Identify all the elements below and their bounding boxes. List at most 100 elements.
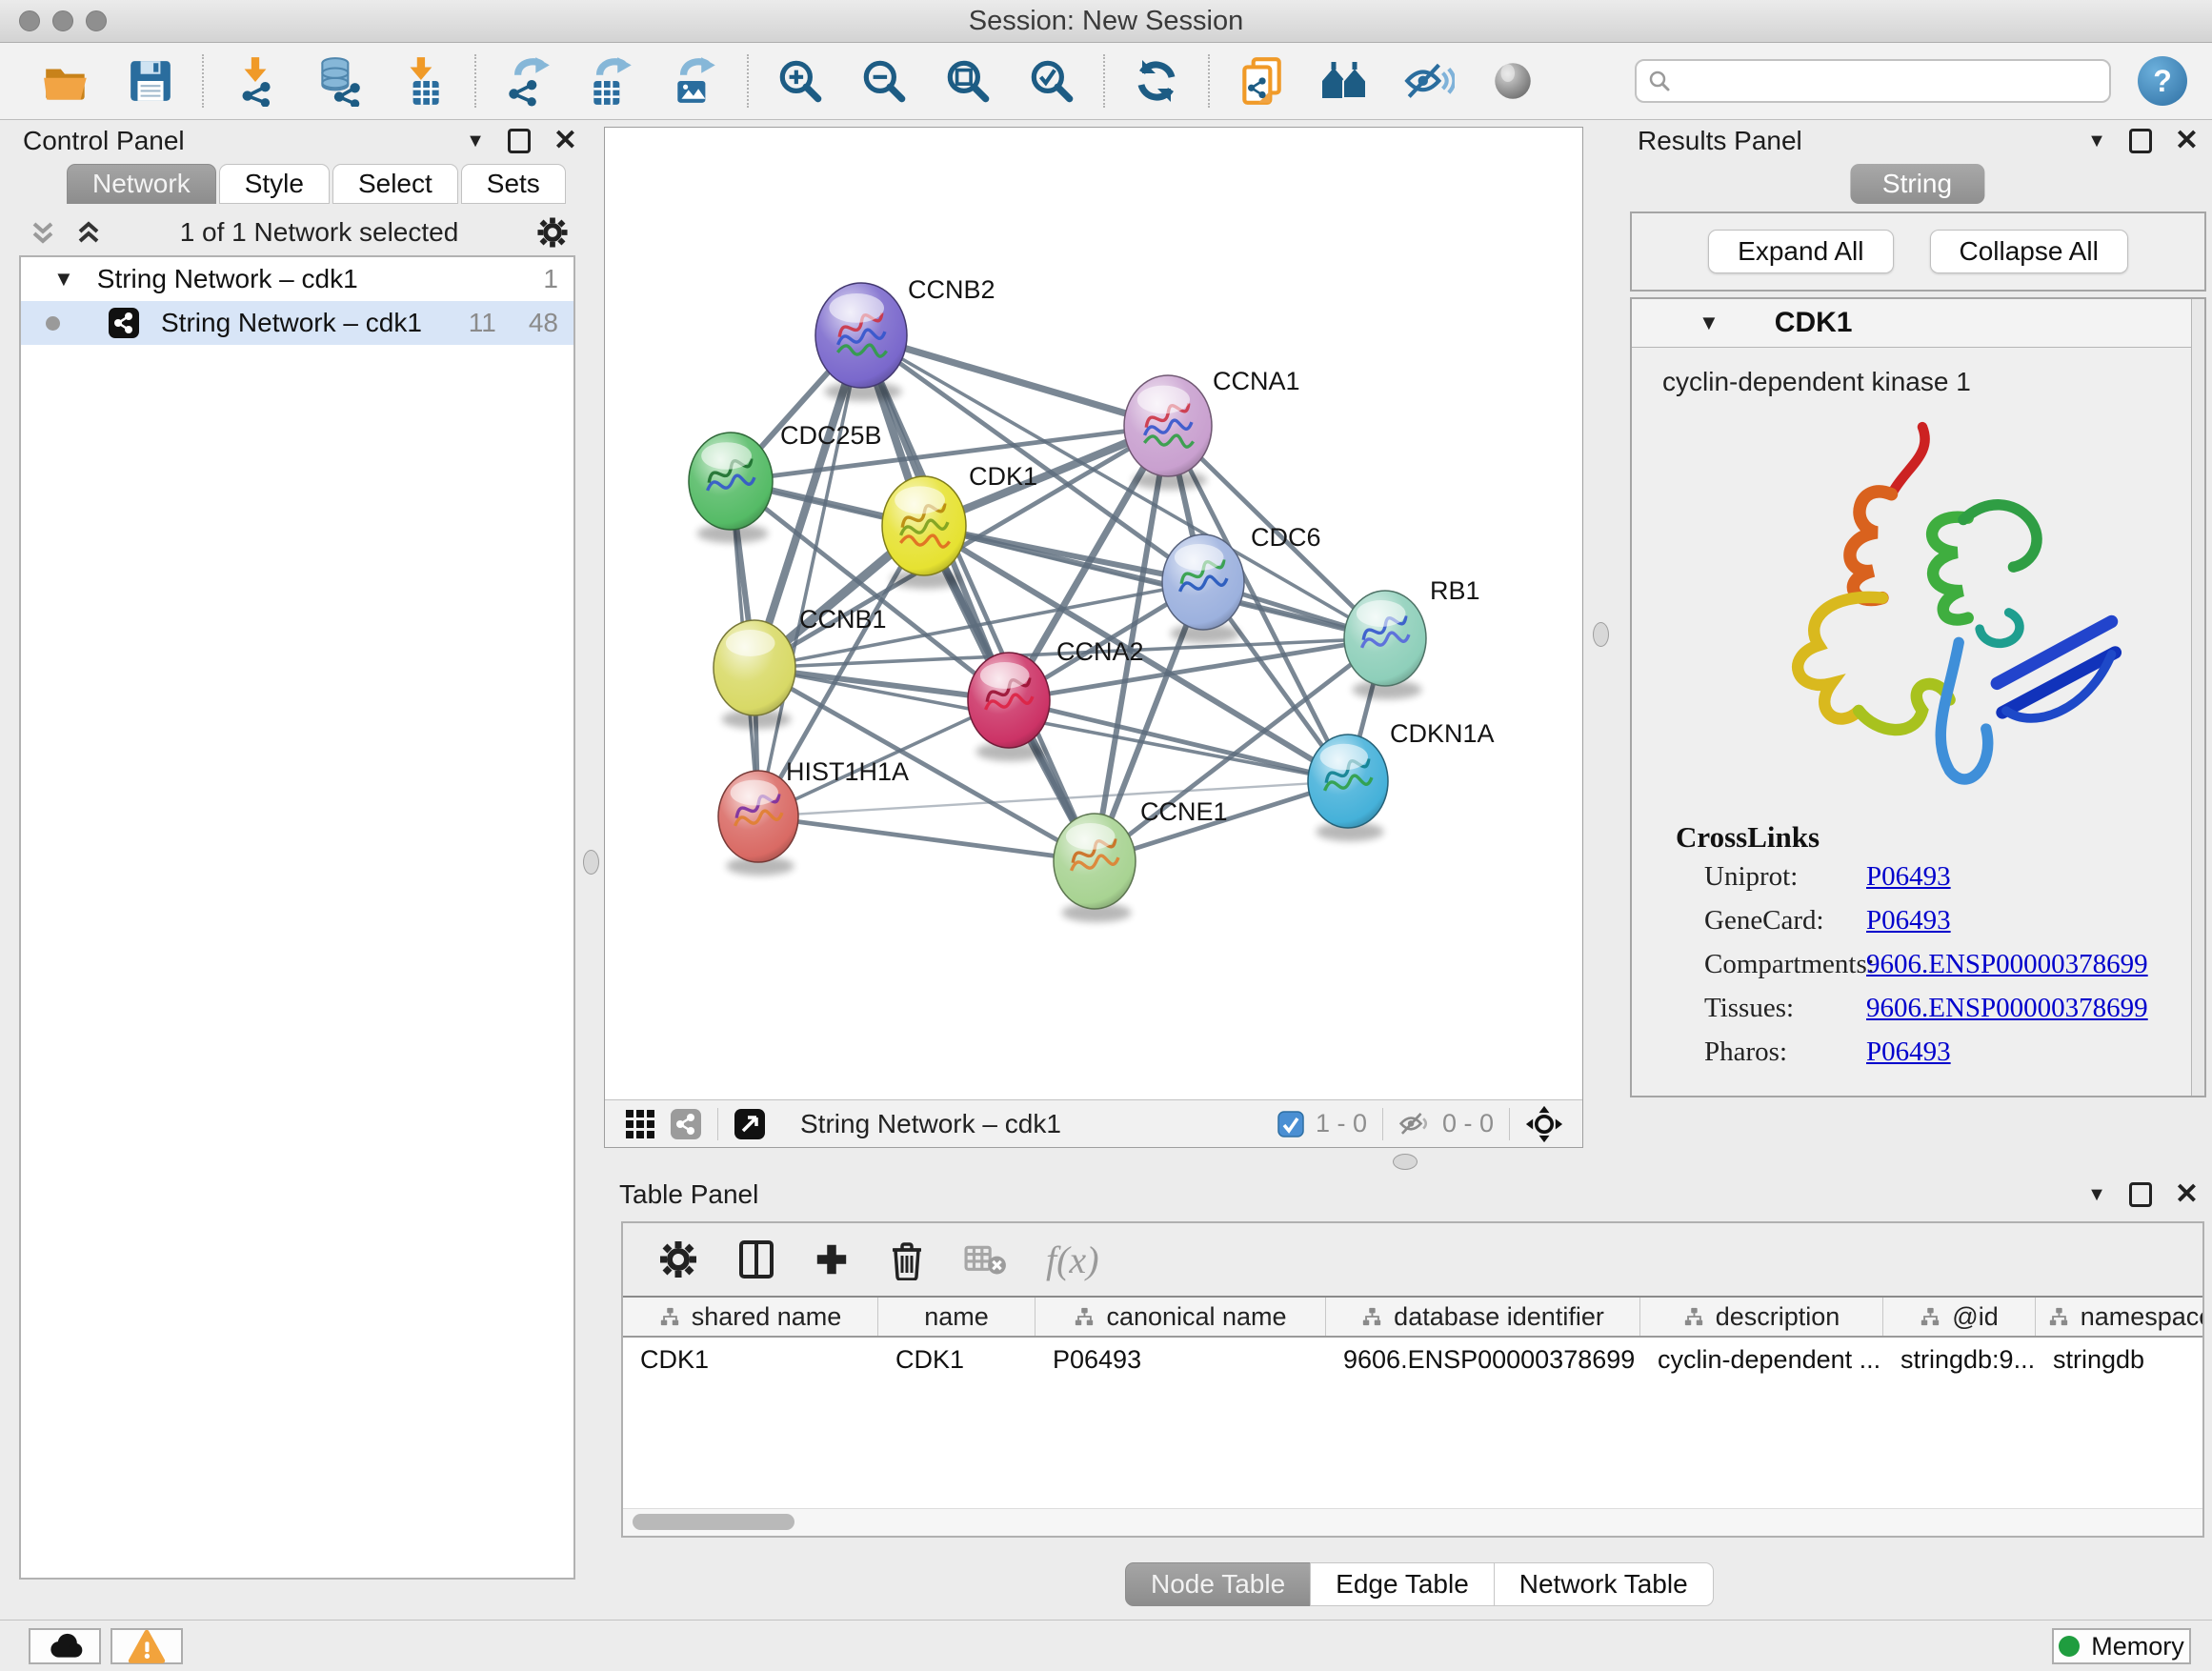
- zoom-fit-icon[interactable]: [926, 55, 1010, 107]
- hide-unhide-icon[interactable]: [1387, 59, 1471, 103]
- function-builder-icon[interactable]: f(x): [1046, 1238, 1099, 1282]
- panel-menu-icon[interactable]: ▼: [2087, 131, 2106, 152]
- open-in-new-window-icon[interactable]: [734, 1108, 766, 1140]
- expand-all-button[interactable]: Expand All: [1708, 230, 1893, 273]
- tab-sets[interactable]: Sets: [461, 164, 566, 204]
- table-cell[interactable]: CDK1: [878, 1338, 1036, 1381]
- column-header-description[interactable]: description: [1640, 1298, 1883, 1336]
- import-table-file-icon[interactable]: [381, 55, 465, 107]
- network-view[interactable]: CCNB2CCNA1CDC25BCDK1CDC6RB1CCNB1CCNA2CDK…: [604, 127, 1583, 1148]
- fit-content-crosshair-icon[interactable]: [1525, 1105, 1563, 1143]
- help-icon[interactable]: ?: [2138, 56, 2187, 106]
- crosslink-value-link[interactable]: P06493: [1866, 855, 1951, 898]
- column-header-namespace[interactable]: namespace: [2036, 1298, 2204, 1336]
- add-column-icon[interactable]: [814, 1241, 850, 1278]
- hidden-eye-slash-icon[interactable]: [1398, 1110, 1431, 1137]
- tab-select[interactable]: Select: [332, 164, 458, 204]
- show-columns-icon[interactable]: [737, 1238, 775, 1280]
- panel-close-icon[interactable]: ✕: [2175, 127, 2199, 155]
- panel-close-icon[interactable]: ✕: [553, 127, 577, 155]
- crosslink-value-link[interactable]: P06493: [1866, 1030, 1951, 1074]
- column-header-database-identifier[interactable]: database identifier: [1326, 1298, 1640, 1336]
- tab-node-table[interactable]: Node Table: [1125, 1562, 1311, 1606]
- table-cell[interactable]: stringdb: [2036, 1338, 2204, 1381]
- delete-table-icon[interactable]: [964, 1241, 1008, 1278]
- import-network-database-icon[interactable]: [297, 55, 381, 107]
- search-field[interactable]: [1635, 59, 2111, 103]
- table-horizontal-scrollbar[interactable]: [623, 1508, 2202, 1536]
- memory-button[interactable]: Memory: [2052, 1628, 2191, 1664]
- table-cell[interactable]: CDK1: [623, 1338, 878, 1381]
- node-label: CDKN1A: [1390, 719, 1495, 748]
- export-network-icon[interactable]: [486, 55, 570, 107]
- network-canvas[interactable]: CCNB2CCNA1CDC25BCDK1CDC6RB1CCNB1CCNA2CDK…: [605, 128, 1582, 1099]
- crosslink-value-link[interactable]: P06493: [1866, 898, 1951, 942]
- zoom-selected-icon[interactable]: [1010, 55, 1094, 107]
- table-cell[interactable]: stringdb:9...: [1883, 1338, 2036, 1381]
- cloud-button[interactable]: [29, 1628, 101, 1664]
- network-edge[interactable]: [861, 335, 1168, 426]
- column-header-@id[interactable]: @id: [1883, 1298, 2036, 1336]
- tab-network[interactable]: Network: [67, 164, 216, 204]
- panel-float-icon[interactable]: [2129, 1182, 2152, 1207]
- scrollbar-thumb[interactable]: [633, 1514, 794, 1530]
- left-splitter-handle[interactable]: [583, 850, 599, 875]
- column-header-shared-name[interactable]: shared name: [623, 1298, 878, 1336]
- table-row[interactable]: CDK1CDK1P064939606.ENSP00000378699cyclin…: [623, 1338, 2202, 1381]
- toolbar-separator: [474, 54, 476, 108]
- selected-checkbox-icon[interactable]: [1277, 1111, 1304, 1137]
- cloud-icon: [44, 1632, 86, 1660]
- edge-count: 48: [529, 308, 558, 338]
- protein-structure-image: [1684, 411, 2161, 811]
- panel-menu-icon[interactable]: ▼: [466, 131, 485, 152]
- show-graphics-details-icon[interactable]: [1471, 57, 1555, 105]
- network-row[interactable]: String Network – cdk1 11 48: [21, 301, 573, 345]
- network-edge[interactable]: [758, 816, 1095, 861]
- expand-all-icon[interactable]: [74, 218, 103, 247]
- gene-section-header[interactable]: ▼ CDK1: [1632, 299, 2204, 348]
- export-table-icon[interactable]: [570, 55, 654, 107]
- network-status-dot: [46, 316, 60, 331]
- grid-view-icon[interactable]: [624, 1108, 656, 1140]
- network-edge[interactable]: [758, 335, 861, 816]
- panel-menu-icon[interactable]: ▼: [2087, 1184, 2106, 1206]
- results-scrollbar[interactable]: [2191, 299, 2204, 1096]
- zoom-in-icon[interactable]: [758, 55, 842, 107]
- refresh-icon[interactable]: [1115, 56, 1198, 106]
- column-header-name[interactable]: name: [878, 1298, 1036, 1336]
- collection-expand-icon[interactable]: ▼: [53, 267, 74, 292]
- right-splitter-handle[interactable]: [1593, 622, 1609, 647]
- panel-close-icon[interactable]: ✕: [2175, 1180, 2199, 1209]
- search-input[interactable]: [1679, 66, 2098, 97]
- table-cell[interactable]: 9606.ENSP00000378699: [1326, 1338, 1640, 1381]
- open-session-icon[interactable]: [25, 57, 109, 105]
- collapse-all-icon[interactable]: [29, 218, 57, 247]
- network-collection-row[interactable]: ▼ String Network – cdk1 1: [21, 257, 573, 301]
- export-image-icon[interactable]: [654, 55, 737, 107]
- collapse-all-button[interactable]: Collapse All: [1930, 230, 2128, 273]
- tab-style[interactable]: Style: [219, 164, 330, 204]
- home-icon[interactable]: [1303, 60, 1387, 102]
- crosslink-value-link[interactable]: 9606.ENSP00000378699: [1866, 942, 2148, 986]
- save-session-icon[interactable]: [109, 57, 192, 105]
- table-cell[interactable]: P06493: [1036, 1338, 1326, 1381]
- tab-edge-table[interactable]: Edge Table: [1310, 1562, 1495, 1606]
- import-network-file-icon[interactable]: [213, 55, 297, 107]
- warnings-button[interactable]: [111, 1628, 183, 1664]
- tab-string[interactable]: String: [1850, 164, 1984, 204]
- crosslink-value-link[interactable]: 9606.ENSP00000378699: [1866, 986, 2148, 1030]
- zoom-out-icon[interactable]: [842, 55, 926, 107]
- column-header-canonical-name[interactable]: canonical name: [1036, 1298, 1326, 1336]
- tab-network-table[interactable]: Network Table: [1494, 1562, 1714, 1606]
- network-share-gray-icon[interactable]: [670, 1108, 702, 1140]
- string-documents-icon[interactable]: [1219, 55, 1303, 107]
- table-cell[interactable]: cyclin-dependent ...: [1640, 1338, 1883, 1381]
- gear-icon[interactable]: [535, 215, 570, 250]
- panel-float-icon[interactable]: [508, 129, 531, 153]
- delete-trash-icon[interactable]: [888, 1238, 926, 1280]
- horizontal-splitter-handle[interactable]: [1393, 1154, 1418, 1170]
- section-expand-icon[interactable]: ▼: [1699, 311, 1719, 335]
- panel-float-icon[interactable]: [2129, 129, 2152, 153]
- table-settings-gear-icon[interactable]: [657, 1238, 699, 1280]
- node-label: CCNB1: [799, 605, 887, 634]
